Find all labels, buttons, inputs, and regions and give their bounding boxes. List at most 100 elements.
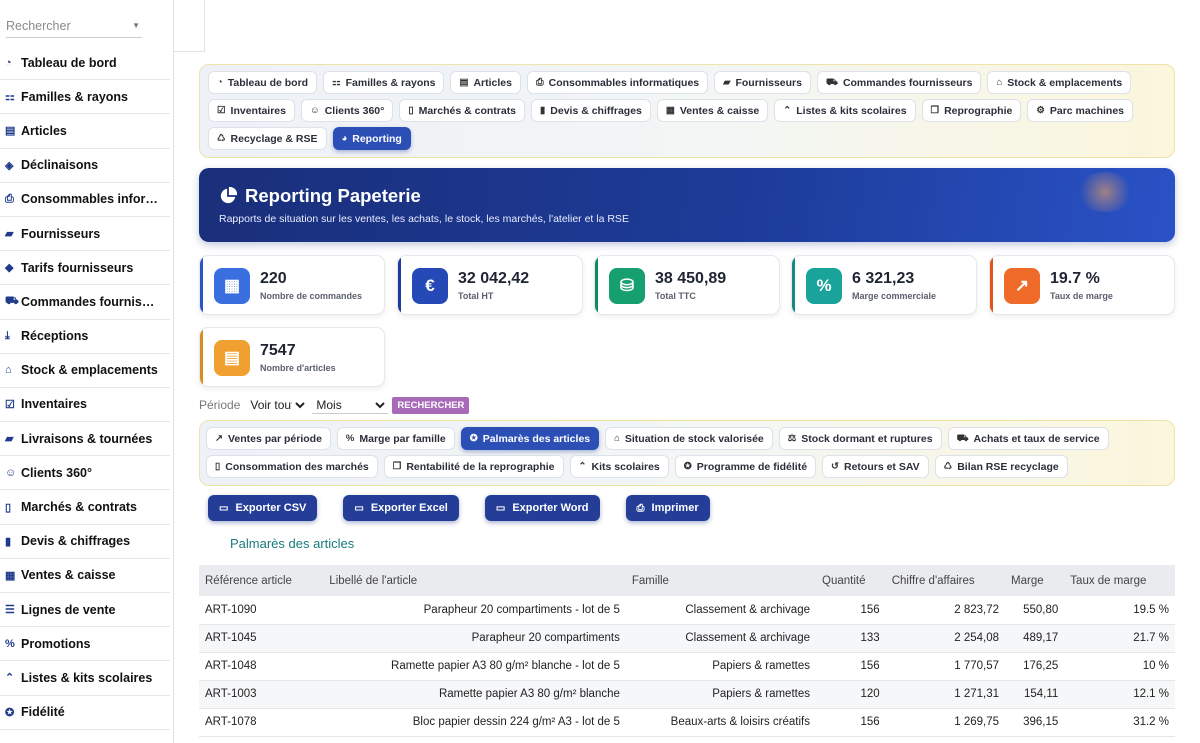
search-button[interactable]: RECHERCHER xyxy=(392,396,470,414)
column-header-libelle-de-l-article[interactable]: Libellé de l'article xyxy=(323,565,626,596)
nav-tab-parc-machines[interactable]: ⚙ Parc machines xyxy=(1027,99,1134,122)
sidebar-item-label: Articles xyxy=(21,123,67,138)
sidebar-item-consommables-infor[interactable]: ⎙ Consommables infor… xyxy=(0,183,170,217)
nav-tab-marches-contrats[interactable]: ▯ Marchés & contrats xyxy=(399,99,526,122)
chip-label: Reporting xyxy=(352,132,402,145)
report-tab-rentabilite-de-la-reprographie[interactable]: ❐ Rentabilité de la reprographie xyxy=(383,455,564,478)
sidebar-item-ventes-caisse[interactable]: ▦ Ventes & caisse xyxy=(0,559,170,593)
sidebar-item-marches-contrats[interactable]: ▯ Marchés & contrats xyxy=(0,490,170,525)
period-select[interactable]: Voir tout xyxy=(246,397,309,413)
chip-label: Palmarès des articles xyxy=(482,432,591,445)
nav-tab-commandes-fournisseurs[interactable]: ⛟ Commandes fournisseurs xyxy=(816,71,982,94)
nav-tab-familles-rayons[interactable]: ⚏ Familles & rayons xyxy=(323,71,445,94)
recycle-icon: ♺ xyxy=(217,133,226,144)
granularity-select[interactable]: Mois xyxy=(312,396,389,414)
report-tab-achats-et-taux-de-service[interactable]: ⛟ Achats et taux de service xyxy=(947,427,1109,450)
exporter-csv-button[interactable]: ▭ Exporter CSV xyxy=(208,495,318,521)
chip-label: Achats et taux de service xyxy=(973,432,1100,445)
report-tab-situation-de-stock-valorisee[interactable]: ⌂ Situation de stock valorisée xyxy=(605,427,773,450)
percent-icon: % xyxy=(345,433,355,444)
kpi-label: Total TTC xyxy=(655,291,696,301)
table-row[interactable]: ART-1003 Ramette papier A3 80 g/m² blanch… xyxy=(199,680,1175,709)
sidebar-item-fidelite[interactable]: ✪ Fidélité xyxy=(0,696,170,730)
nav-tab-tableau-de-bord[interactable]: ◔ Tableau de bord xyxy=(208,71,318,94)
sidebar-item-label: Consommables infor… xyxy=(21,192,158,207)
exporter-excel-button[interactable]: ▭ Exporter Excel xyxy=(343,495,459,521)
report-tab-ventes-par-periode[interactable]: ↗ Ventes par période xyxy=(206,427,331,450)
sidebar-item-listes-kits-scolaires[interactable]: ⌃ Listes & kits scolaires xyxy=(0,661,170,696)
nav-tab-inventaires[interactable]: ☑ Inventaires xyxy=(208,99,295,122)
sidebar-item-inventaires[interactable]: ☑ Inventaires xyxy=(0,388,170,423)
sidebar-item-articles[interactable]: ▤ Articles xyxy=(0,114,170,149)
sidebar-item-lignes-de-vente[interactable]: ☰ Lignes de vente xyxy=(0,593,170,628)
column-header-marge[interactable]: Marge xyxy=(1005,565,1064,596)
sidebar-item-clients-360[interactable]: ☺ Clients 360° xyxy=(0,456,170,491)
sidebar-item-livraisons-tournees[interactable]: ▰ Livraisons & tournées xyxy=(0,422,170,457)
sidebar-item-stock-emplacements[interactable]: ⌂ Stock & emplacements xyxy=(0,354,170,388)
sidebar-item-promotions[interactable]: % Promotions xyxy=(0,627,170,662)
sidebar-menu: ◔ Tableau de bord ⚏ Familles & rayons ▤ Artic… xyxy=(0,46,170,730)
cell-famille: Classement & archivage xyxy=(625,596,816,625)
report-tab-marge-par-famille[interactable]: % Marge par famille xyxy=(336,427,455,450)
chip-label: Bilan RSE recyclage xyxy=(957,460,1059,473)
chip-label: Fournisseurs xyxy=(735,76,802,89)
nav-tab-listes-kits-scolaires[interactable]: ⌃ Listes & kits scolaires xyxy=(774,99,916,122)
nav-tab-ventes-caisse[interactable]: ▦ Ventes & caisse xyxy=(656,99,769,122)
period-label: Période xyxy=(199,398,241,412)
sidebar-item-commandes-fournis[interactable]: ⛟ Commandes fournis… xyxy=(0,285,170,320)
button-label: Imprimer xyxy=(651,502,699,514)
award-icon: ✪ xyxy=(5,706,15,719)
kpi-label: Taux de marge xyxy=(1050,291,1113,301)
sidebar-item-tarifs-fournisseurs[interactable]: ◆ Tarifs fournisseurs xyxy=(0,251,170,286)
nav-tab-stock-emplacements[interactable]: ⌂ Stock & emplacements xyxy=(987,71,1132,94)
file-contract-icon: ▯ xyxy=(408,105,414,116)
sidebar-item-tableau-de-bord[interactable]: ◔ Tableau de bord xyxy=(0,46,170,81)
graduation-cap-icon: ⌃ xyxy=(783,105,792,116)
cell-marge: 154,11 xyxy=(1005,680,1065,709)
column-header-taux-de-marge[interactable]: Taux de marge xyxy=(1064,565,1175,596)
file-invoice-icon: ▮ xyxy=(5,535,12,548)
sidebar-item-devis-chiffrages[interactable]: ▮ Devis & chiffrages xyxy=(0,525,170,559)
layers-icon: ◈ xyxy=(5,159,14,172)
table-row[interactable]: ART-1090 Parapheur 20 compartiments - lot… xyxy=(199,596,1175,625)
kpi-accent-bar xyxy=(792,256,795,314)
nav-tab-consommables-informatiques[interactable]: ⎙ Consommables informatiques xyxy=(527,71,709,94)
euro-icon: € xyxy=(412,268,448,304)
report-tab-consommation-des-marches[interactable]: ▯ Consommation des marchés xyxy=(206,455,378,478)
page-title-text: Reporting Papeterie xyxy=(245,185,421,206)
report-tab-palmares-des-articles[interactable]: ✪ Palmarès des articles xyxy=(460,427,600,450)
report-tab-programme-de-fidelite[interactable]: ✪ Programme de fidélité xyxy=(674,455,817,478)
exporter-word-button[interactable]: ▭ Exporter Word xyxy=(484,495,600,521)
column-header-famille[interactable]: Famille xyxy=(626,565,816,596)
nav-tab-recyclage-rse[interactable]: ♺ Recyclage & RSE xyxy=(208,127,327,150)
file-contract-icon: ▯ xyxy=(5,501,12,514)
report-tab-retours-et-sav[interactable]: ↺ Retours et SAV xyxy=(822,455,929,478)
report-tab-stock-dormant-et-ruptures[interactable]: ⚖ Stock dormant et ruptures xyxy=(778,427,942,450)
nav-tab-articles[interactable]: ▤ Articles xyxy=(450,71,521,94)
cart-icon: ⛟ xyxy=(956,432,969,444)
nav-tab-fournisseurs[interactable]: ▰ Fournisseurs xyxy=(714,71,811,94)
sidebar-item-receptions[interactable]: ⤓ Réceptions xyxy=(0,320,170,354)
cell-reference-article: ART-1078 xyxy=(199,708,324,737)
table-row[interactable]: ART-1045 Parapheur 20 compartiments Classe… xyxy=(199,624,1175,653)
nav-tab-clients-360[interactable]: ☺ Clients 360° xyxy=(300,99,394,122)
nav-tab-reporting[interactable]: ◕ Reporting xyxy=(332,127,411,150)
sidebar-item-familles-rayons[interactable]: ⚏ Familles & rayons xyxy=(0,80,170,115)
nav-tab-devis-chiffrages[interactable]: ▮ Devis & chiffrages xyxy=(531,99,651,122)
column-header-chiffre-d-affaires[interactable]: Chiffre d'affaires xyxy=(886,565,1005,596)
imprimer-button[interactable]: ⎙ Imprimer xyxy=(625,495,710,521)
report-tab-kits-scolaires[interactable]: ⌃ Kits scolaires xyxy=(569,455,669,478)
sidebar-search-select[interactable]: Rechercher ▼ xyxy=(6,14,142,38)
cell-quantite: 156 xyxy=(816,652,886,681)
sidebar-item-declinaisons[interactable]: ◈ Déclinaisons xyxy=(0,149,170,183)
table-row[interactable]: ART-1048 Ramette papier A3 80 g/m² blanch… xyxy=(199,652,1175,681)
undo-icon: ↺ xyxy=(831,461,839,472)
nav-tab-reprographie[interactable]: ❐ Reprographie xyxy=(921,99,1022,122)
report-tab-bilan-rse-recyclage[interactable]: ♺ Bilan RSE recyclage xyxy=(934,455,1068,478)
column-header-quantite[interactable]: Quantité xyxy=(816,565,886,596)
sidebar-item-label: Inventaires xyxy=(21,397,88,412)
sidebar-item-fournisseurs[interactable]: ▰ Fournisseurs xyxy=(0,217,170,252)
table-row[interactable]: ART-1078 Bloc papier dessin 224 g/m² A3 -… xyxy=(199,708,1175,737)
chip-label: Clients 360° xyxy=(324,104,385,117)
column-header-reference-article[interactable]: Référence article xyxy=(199,565,323,596)
